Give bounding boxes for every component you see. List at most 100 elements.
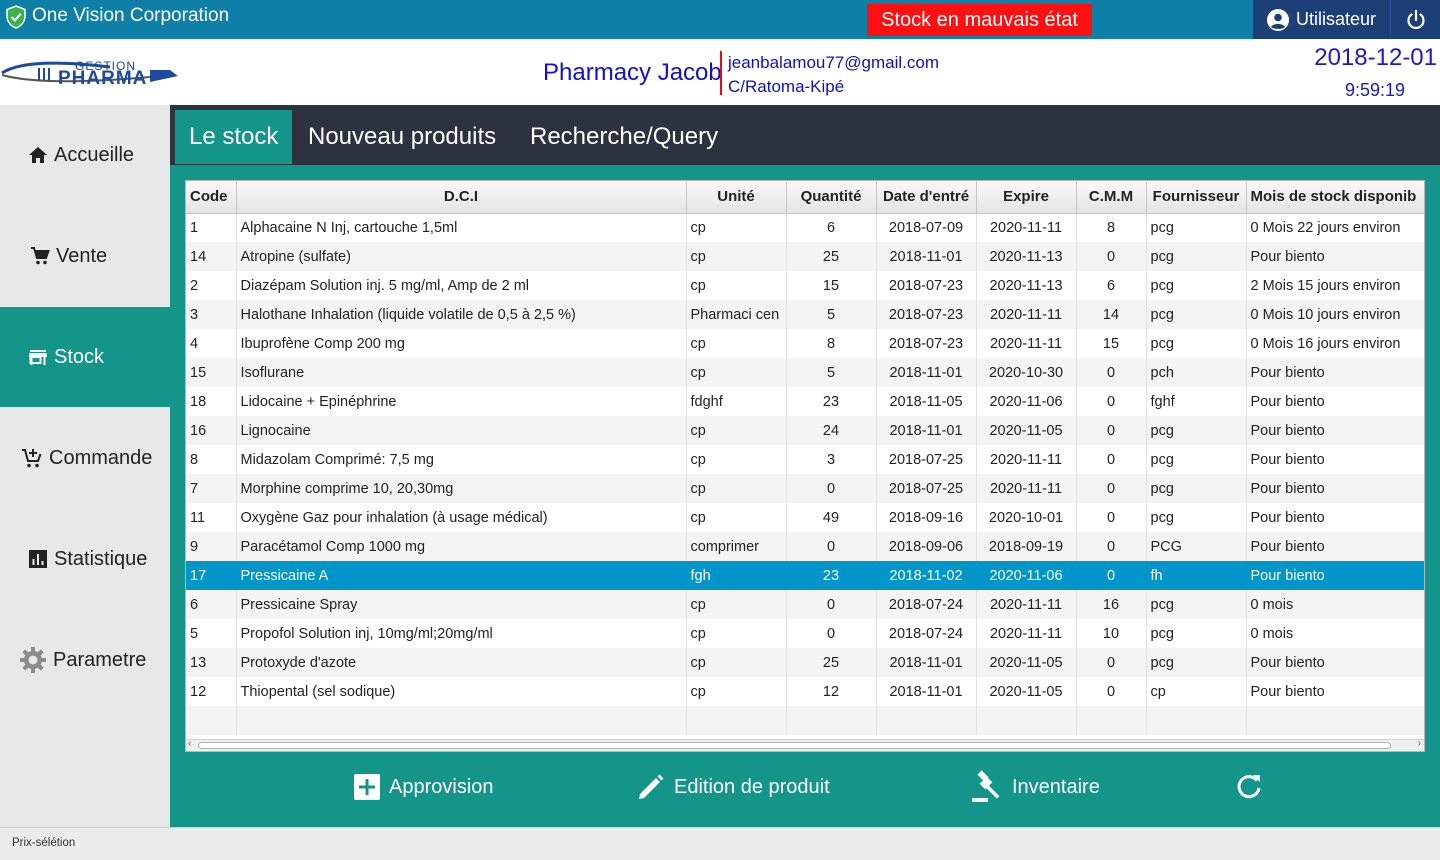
cell-code: 6 <box>186 590 237 619</box>
cell-code: 3 <box>186 300 237 329</box>
column-header-date-entree[interactable]: Date d'entré <box>876 181 977 214</box>
scroll-right-icon[interactable]: › <box>1418 738 1421 749</box>
scroll-left-icon[interactable]: ‹ <box>188 738 191 749</box>
sidebar-item-stock[interactable]: Stock <box>0 307 170 407</box>
cell-quantite: 0 <box>786 532 877 561</box>
column-header-fournisseur[interactable]: Fournisseur <box>1146 181 1247 214</box>
cell-unite: fgh <box>686 561 787 590</box>
table-row[interactable]: 11 Oxygène Gaz pour inhalation (à usage m… <box>186 503 1424 532</box>
header: GESTION PHARMA Pharmacy Jacob jeanbalamo… <box>0 39 1440 105</box>
empty-cell <box>1076 706 1147 735</box>
column-header-quantite[interactable]: Quantité <box>786 181 877 214</box>
table-row[interactable]: 8 Midazolam Comprimé: 7,5 mg cp 3 2018-07-25… <box>186 445 1424 474</box>
sidebar-item-commande[interactable]: Commande <box>0 408 170 508</box>
cell-code: 5 <box>186 619 237 648</box>
cell-quantite: 25 <box>786 648 877 677</box>
cell-dci: Pressicaine A <box>236 561 687 590</box>
cell-expire: 2020-11-11 <box>976 445 1077 474</box>
cell-date-entree: 2018-07-25 <box>876 445 977 474</box>
cell-date-entree: 2018-11-01 <box>876 416 977 445</box>
cell-dci: Morphine comprime 10, 20,30mg <box>236 474 687 503</box>
cell-dci: Lidocaine + Epinéphrine <box>236 387 687 416</box>
table-row-selected[interactable]: 17 Pressicaine Afgh 23 2018-11-02 2020-11-06… <box>186 561 1424 590</box>
user-button-label: Utilisateur <box>1296 9 1377 29</box>
table-row[interactable]: 12 Thiopental (sel sodique) cp 12 2018-11-01… <box>186 677 1424 706</box>
table-row[interactable]: 15 Isoflurane cp 5 2018-11-01 2020-10-30 0 pch P… <box>186 358 1424 387</box>
edition-produit-button[interactable]: Edition de produit <box>636 770 830 804</box>
cell-cmm: 8 <box>1076 213 1147 242</box>
tab-recherche-query[interactable]: Recherche/Query <box>516 110 732 164</box>
stock-table[interactable]: Code D.C.I Unité Quantité Date d'entré E… <box>185 180 1425 752</box>
empty-cell <box>786 706 877 735</box>
cell-date-entree: 2018-07-23 <box>876 271 977 300</box>
table-row[interactable]: 2 Diazépam Solution inj. 5 mg/ml, Amp de … <box>186 271 1424 300</box>
column-header-unite[interactable]: Unité <box>686 181 787 214</box>
cell-unite: cp <box>686 242 787 271</box>
table-row[interactable]: 5 Propofol Solution inj, 10mg/ml;20mg/ml c… <box>186 619 1424 648</box>
empty-cell <box>186 706 237 735</box>
cell-dci: Pressicaine Spray <box>236 590 687 619</box>
stock-alert-badge[interactable]: Stock en mauvais état <box>867 4 1092 36</box>
horizontal-scrollbar[interactable]: ‹ › <box>186 738 1424 751</box>
refresh-icon <box>1237 775 1261 799</box>
cell-mois-stock: Pour biento <box>1246 532 1424 561</box>
column-header-cmm[interactable]: C.M.M <box>1076 181 1147 214</box>
table-row[interactable]: 6 Pressicaine Spray cp 0 2018-07-24 2020-11-1… <box>186 590 1424 619</box>
empty-cell <box>1146 706 1247 735</box>
power-button[interactable] <box>1390 0 1440 39</box>
cell-cmm: 16 <box>1076 590 1147 619</box>
cell-expire: 2020-11-11 <box>976 590 1077 619</box>
cell-mois-stock: 0 mois <box>1246 590 1424 619</box>
cell-code: 18 <box>186 387 237 416</box>
sidebar-item-label: Stock <box>54 345 105 368</box>
table-row[interactable]: 18 Lidocaine + Epinéphrine fdghf 23 2018-11-… <box>186 387 1424 416</box>
tab-le-stock[interactable]: Le stock <box>175 110 293 164</box>
cell-dci: Isoflurane <box>236 358 687 387</box>
approvision-button[interactable]: Approvision <box>353 770 494 804</box>
refresh-button[interactable] <box>1234 770 1272 804</box>
cell-quantite: 8 <box>786 329 877 358</box>
table-row[interactable]: 13 Protoxyde d'azote cp 25 2018-11-01 2020-11… <box>186 648 1424 677</box>
status-bar: Prix-sélétion <box>0 827 1440 860</box>
cell-mois-stock: 0 mois <box>1246 619 1424 648</box>
cell-fournisseur: pcg <box>1146 213 1247 242</box>
sidebar-item-accueille[interactable]: Accueille <box>0 105 170 205</box>
cell-code: 15 <box>186 358 237 387</box>
cell-expire: 2020-11-11 <box>976 474 1077 503</box>
cell-quantite: 23 <box>786 561 877 590</box>
sidebar-item-vente[interactable]: Vente <box>0 206 170 306</box>
cell-expire: 2020-11-05 <box>976 416 1077 445</box>
column-header-dci[interactable]: D.C.I <box>236 181 687 214</box>
column-header-expire[interactable]: Expire <box>976 181 1077 214</box>
table-row[interactable]: 4 Ibuprofène Comp 200 mg cp 8 2018-07-23 2020… <box>186 329 1424 358</box>
cell-dci: Midazolam Comprimé: 7,5 mg <box>236 445 687 474</box>
table-body: 1 Alphacaine N Inj, cartouche 1,5ml cp 6 201… <box>186 213 1424 735</box>
cell-expire: 2020-10-30 <box>976 358 1077 387</box>
store-icon <box>29 350 47 365</box>
cell-code: 9 <box>186 532 237 561</box>
cell-code: 7 <box>186 474 237 503</box>
inventaire-button[interactable]: Inventaire <box>970 770 1100 804</box>
table-row[interactable]: 9 Paracétamol Comp 1000 mg comprimer 0 2018-… <box>186 532 1424 561</box>
table-row[interactable]: 3 Halothane Inhalation (liquide volatile … <box>186 300 1424 329</box>
table-row[interactable]: 1 Alphacaine N Inj, cartouche 1,5ml cp 6 201… <box>186 213 1424 242</box>
tab-nouveau-produits[interactable]: Nouveau produits <box>294 110 510 164</box>
table-row[interactable]: 16 Lignocaine cp 24 2018-11-01 2020-11-05 0 pcg… <box>186 416 1424 445</box>
cell-expire: 2020-11-06 <box>976 387 1077 416</box>
empty-cell <box>976 706 1077 735</box>
column-header-code[interactable]: Code <box>186 181 237 214</box>
cell-expire: 2020-11-05 <box>976 677 1077 706</box>
cell-dci: Lignocaine <box>236 416 687 445</box>
cell-mois-stock: 0 Mois 16 jours environ <box>1246 329 1424 358</box>
sidebar-item-parametre[interactable]: Parametre <box>0 610 170 710</box>
user-button[interactable]: Utilisateur <box>1253 0 1390 39</box>
cell-dci: Protoxyde d'azote <box>236 648 687 677</box>
cell-expire: 2020-11-05 <box>976 648 1077 677</box>
table-row[interactable]: 14 Atropine (sulfate) cp 25 2018-11-01 2020-1… <box>186 242 1424 271</box>
sidebar-item-statistique[interactable]: Statistique <box>0 509 170 609</box>
cell-unite: cp <box>686 648 787 677</box>
scrollbar-thumb[interactable] <box>198 742 1391 749</box>
column-header-mois-stock[interactable]: Mois de stock disponib <box>1246 181 1424 214</box>
cell-date-entree: 2018-11-05 <box>876 387 977 416</box>
table-row[interactable]: 7 Morphine comprime 10, 20,30mg cp 0 2018-07… <box>186 474 1424 503</box>
